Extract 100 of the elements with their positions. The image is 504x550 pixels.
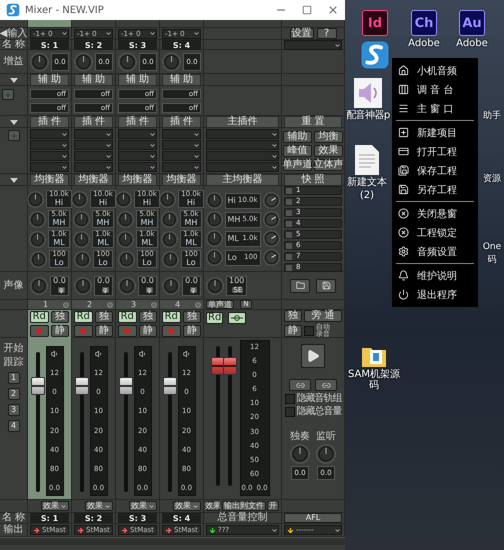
play-button[interactable]	[301, 344, 325, 368]
menu-item[interactable]: 主 窗 口	[392, 99, 478, 118]
eq-knob[interactable]	[118, 250, 136, 268]
menu-item[interactable]: 维护说明	[392, 266, 478, 285]
mute-button[interactable]: 静	[94, 325, 113, 337]
eq-knob[interactable]	[206, 192, 222, 209]
gain-knob[interactable]	[74, 52, 93, 72]
eq-knob[interactable]	[161, 230, 178, 248]
record-button[interactable]	[118, 325, 136, 337]
eq-gain-knob[interactable]	[262, 249, 280, 266]
fader-handle[interactable]	[118, 376, 132, 395]
channel-strip-header[interactable]	[28, 20, 72, 27]
effects-button[interactable]: 效果	[41, 501, 69, 511]
pan-knob[interactable]	[30, 276, 48, 294]
menu-item[interactable]: 小机音频	[392, 61, 478, 80]
menu-item[interactable]: 音频设置	[392, 242, 478, 261]
record-button[interactable]	[74, 325, 92, 337]
eq-knob[interactable]	[71, 190, 88, 208]
mute-button[interactable]: 静	[284, 325, 302, 337]
menu-item[interactable]: 打开工程	[392, 142, 478, 161]
reset-button[interactable]: 均衡	[314, 130, 343, 142]
collapse-caret-icon[interactable]	[10, 78, 18, 82]
eq-gain-knob[interactable]	[262, 211, 280, 228]
settings-button[interactable]: 设置	[290, 28, 314, 39]
circle-dot-icon[interactable]	[107, 302, 113, 308]
reset-button[interactable]: 立体声	[314, 158, 343, 170]
maximize-icon[interactable]	[302, 5, 312, 15]
reset-button[interactable]: 效果	[314, 144, 343, 156]
add-button[interactable]	[8, 130, 20, 141]
eq-knob[interactable]	[29, 230, 46, 248]
read-button[interactable]: Rd	[74, 311, 92, 323]
fader-handle[interactable]	[210, 356, 224, 375]
afl-button[interactable]: AFL	[284, 513, 342, 523]
width-knob[interactable]	[206, 276, 224, 294]
track-button[interactable]: 2	[8, 388, 20, 400]
pan-knob[interactable]	[118, 276, 136, 294]
app-tile[interactable]: Ch	[411, 10, 437, 36]
effects-button[interactable]: 效果	[173, 501, 201, 511]
level-knob[interactable]	[290, 444, 310, 464]
menu-item[interactable]: 退出程序	[392, 285, 478, 304]
effects-button[interactable]: 效果	[85, 501, 113, 511]
fader-handle[interactable]	[162, 376, 176, 395]
collapse-caret-icon[interactable]	[10, 178, 18, 182]
eq-knob[interactable]	[161, 210, 178, 228]
record-button[interactable]	[30, 325, 48, 337]
bypass-button[interactable]: 旁 通	[304, 310, 342, 322]
solo-button[interactable]: 独	[50, 311, 69, 323]
eq-knob[interactable]	[159, 190, 176, 208]
menu-item[interactable]: 调 音 台	[392, 80, 478, 99]
eq-knob[interactable]	[206, 230, 222, 247]
fader-handle[interactable]	[30, 376, 44, 395]
checkbox[interactable]	[284, 407, 294, 417]
eq-knob[interactable]	[162, 250, 180, 268]
menu-item[interactable]: 另存工程	[392, 180, 478, 199]
eq-knob[interactable]	[206, 249, 222, 266]
eq-knob[interactable]	[206, 211, 222, 228]
document-icon[interactable]	[355, 145, 379, 175]
record-button[interactable]	[162, 325, 180, 337]
eq-knob[interactable]	[117, 210, 134, 228]
add-button[interactable]	[2, 89, 14, 100]
eq-gain-knob[interactable]	[262, 230, 280, 247]
level-knob[interactable]	[316, 444, 336, 464]
mono-button[interactable]: 单声道	[206, 300, 234, 309]
mute-button[interactable]: 静	[182, 325, 201, 337]
pan-knob[interactable]	[162, 276, 180, 294]
fader-handle[interactable]	[222, 356, 236, 375]
eq-knob[interactable]	[30, 250, 48, 268]
unlink-button[interactable]	[315, 379, 337, 391]
solo-button[interactable]: 独	[284, 310, 302, 322]
track-button[interactable]: 1	[8, 372, 20, 384]
solo-button[interactable]: 独	[182, 311, 201, 323]
gain-knob[interactable]	[118, 52, 137, 72]
eq-knob[interactable]	[115, 190, 132, 208]
read-button[interactable]: Rd	[30, 311, 48, 323]
menu-item[interactable]: 保存工程	[392, 161, 478, 180]
export-button[interactable]: 输出到文件	[222, 501, 266, 511]
eq-gain-knob[interactable]	[262, 192, 280, 209]
reset-button[interactable]: 单声道	[283, 158, 312, 170]
eq-knob[interactable]	[73, 210, 90, 228]
app-tile[interactable]: Id	[362, 10, 388, 36]
eq-knob[interactable]	[27, 190, 44, 208]
circle-dot-icon[interactable]	[151, 302, 157, 308]
folder-icon[interactable]	[362, 345, 386, 367]
reset-button[interactable]: 辅助	[283, 130, 312, 142]
help-button[interactable]: ?	[316, 28, 336, 39]
collapse-caret-icon[interactable]	[10, 120, 18, 124]
read-button[interactable]: Rd	[118, 311, 136, 323]
effects-button[interactable]: 效果	[129, 501, 157, 511]
circle-dot-icon[interactable]	[63, 302, 69, 308]
save-button[interactable]	[316, 278, 336, 292]
checkbox[interactable]	[284, 394, 294, 404]
link-button[interactable]	[228, 312, 246, 324]
auto-record-checkbox[interactable]	[304, 326, 314, 336]
mute-button[interactable]: 静	[50, 325, 69, 337]
mute-button[interactable]: 静	[138, 325, 157, 337]
eq-knob[interactable]	[74, 250, 92, 268]
open-folder-button[interactable]	[290, 278, 310, 292]
link-button[interactable]	[289, 379, 311, 391]
open-button[interactable]: 开	[267, 501, 279, 511]
circle-dot-icon[interactable]	[195, 302, 201, 308]
